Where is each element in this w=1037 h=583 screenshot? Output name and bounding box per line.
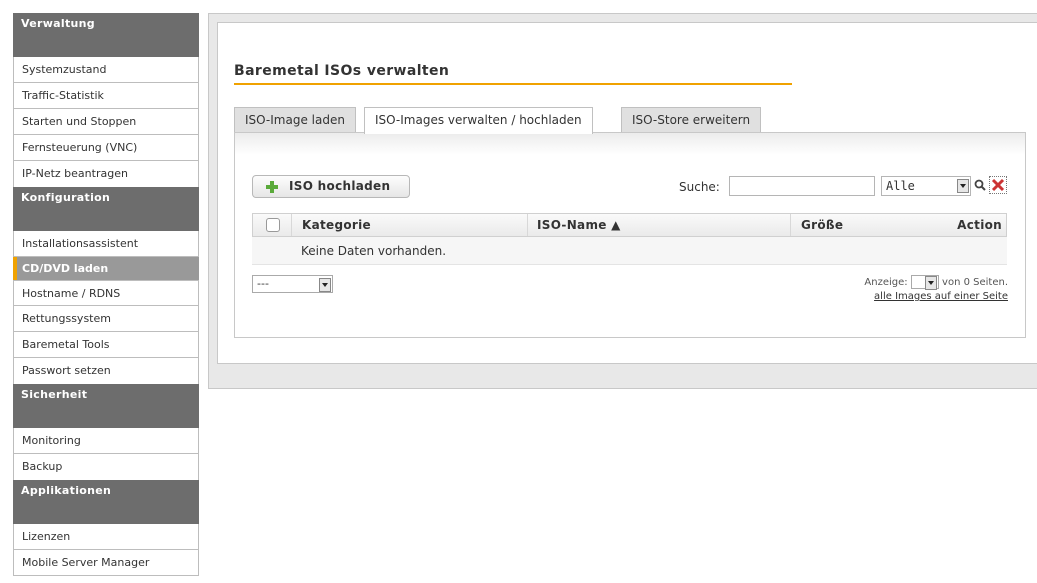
of-pages-text: von 0 Seiten. (942, 277, 1008, 288)
column-action: Action (957, 218, 1002, 232)
all-images-link[interactable]: alle Images auf einer Seite (874, 291, 1008, 302)
column-divider (790, 214, 791, 236)
clear-filter-button[interactable] (989, 176, 1007, 194)
filter-select-value: Alle (886, 179, 915, 193)
sidebar-item-monitoring[interactable]: Monitoring (13, 428, 199, 454)
section-header-sicherheit: Sicherheit (13, 384, 199, 428)
sidebar-item-passwort-setzen[interactable]: Passwort setzen (13, 358, 199, 384)
sidebar-item-cd-dvd-laden[interactable]: CD/DVD laden (13, 257, 199, 280)
content-frame: Baremetal ISOs verwalten ISO-Image laden… (208, 13, 1037, 389)
column-kategorie[interactable]: Kategorie (302, 214, 371, 236)
per-page-value: --- (257, 277, 269, 290)
sidebar-item-installationsassistent[interactable]: Installationsassistent (13, 231, 199, 257)
sidebar: Verwaltung Systemzustand Traffic-Statist… (13, 13, 199, 576)
tab-panel: ISO hochladen Suche: Alle Kategorie ISO-… (234, 132, 1026, 338)
iso-table: Kategorie ISO-Name ▲ Größe Action Keine … (252, 213, 1007, 265)
search-icon[interactable] (974, 179, 986, 191)
sidebar-item-baremetal-tools[interactable]: Baremetal Tools (13, 332, 199, 358)
pagination-info: Anzeige: von 0 Seiten. alle Images auf e… (864, 275, 1008, 302)
search-input[interactable] (729, 176, 875, 196)
sidebar-item-systemzustand[interactable]: Systemzustand (13, 57, 199, 83)
chevron-down-icon (319, 278, 331, 292)
sidebar-item-mobile-server-manager[interactable]: Mobile Server Manager (13, 550, 199, 576)
column-divider (527, 214, 528, 236)
page-title: Baremetal ISOs verwalten (234, 63, 792, 85)
column-divider (291, 214, 292, 236)
sidebar-item-rettungssystem[interactable]: Rettungssystem (13, 306, 199, 332)
content-box: Baremetal ISOs verwalten ISO-Image laden… (217, 22, 1037, 364)
sidebar-item-hostname-rdns[interactable]: Hostname / RDNS (13, 280, 199, 306)
upload-iso-button[interactable]: ISO hochladen (252, 175, 410, 198)
column-groesse[interactable]: Größe (801, 214, 843, 236)
select-all-checkbox[interactable] (266, 218, 280, 232)
sidebar-item-backup[interactable]: Backup (13, 454, 199, 480)
section-header-applikationen: Applikationen (13, 480, 199, 524)
display-label: Anzeige: (864, 277, 908, 288)
chevron-down-icon (924, 276, 937, 290)
sidebar-item-fernsteuerung[interactable]: Fernsteuerung (VNC) (13, 135, 199, 161)
sidebar-item-lizenzen[interactable]: Lizenzen (13, 524, 199, 550)
empty-message: Keine Daten vorhanden. (252, 237, 1007, 265)
sidebar-item-starten-stoppen[interactable]: Starten und Stoppen (13, 109, 199, 135)
column-iso-name[interactable]: ISO-Name ▲ (537, 214, 621, 236)
tab-iso-store-erweitern[interactable]: ISO-Store erweitern (621, 107, 762, 133)
filter-select[interactable]: Alle (881, 176, 971, 196)
upload-iso-label: ISO hochladen (289, 179, 391, 193)
table-header: Kategorie ISO-Name ▲ Größe Action (252, 213, 1007, 237)
close-icon (991, 178, 1005, 192)
page-select[interactable] (910, 275, 939, 290)
per-page-select[interactable]: --- (252, 275, 333, 293)
tab-iso-images-verwalten[interactable]: ISO-Images verwalten / hochladen (364, 107, 593, 134)
plus-icon (266, 181, 278, 193)
section-header-konfiguration: Konfiguration (13, 187, 199, 231)
sidebar-item-traffic-statistik[interactable]: Traffic-Statistik (13, 83, 199, 109)
section-header-verwaltung: Verwaltung (13, 13, 199, 57)
search-label: Suche: (679, 180, 720, 194)
sidebar-item-ip-netz[interactable]: IP-Netz beantragen (13, 161, 199, 187)
tab-iso-image-laden[interactable]: ISO-Image laden (234, 107, 356, 133)
chevron-down-icon (957, 179, 969, 193)
